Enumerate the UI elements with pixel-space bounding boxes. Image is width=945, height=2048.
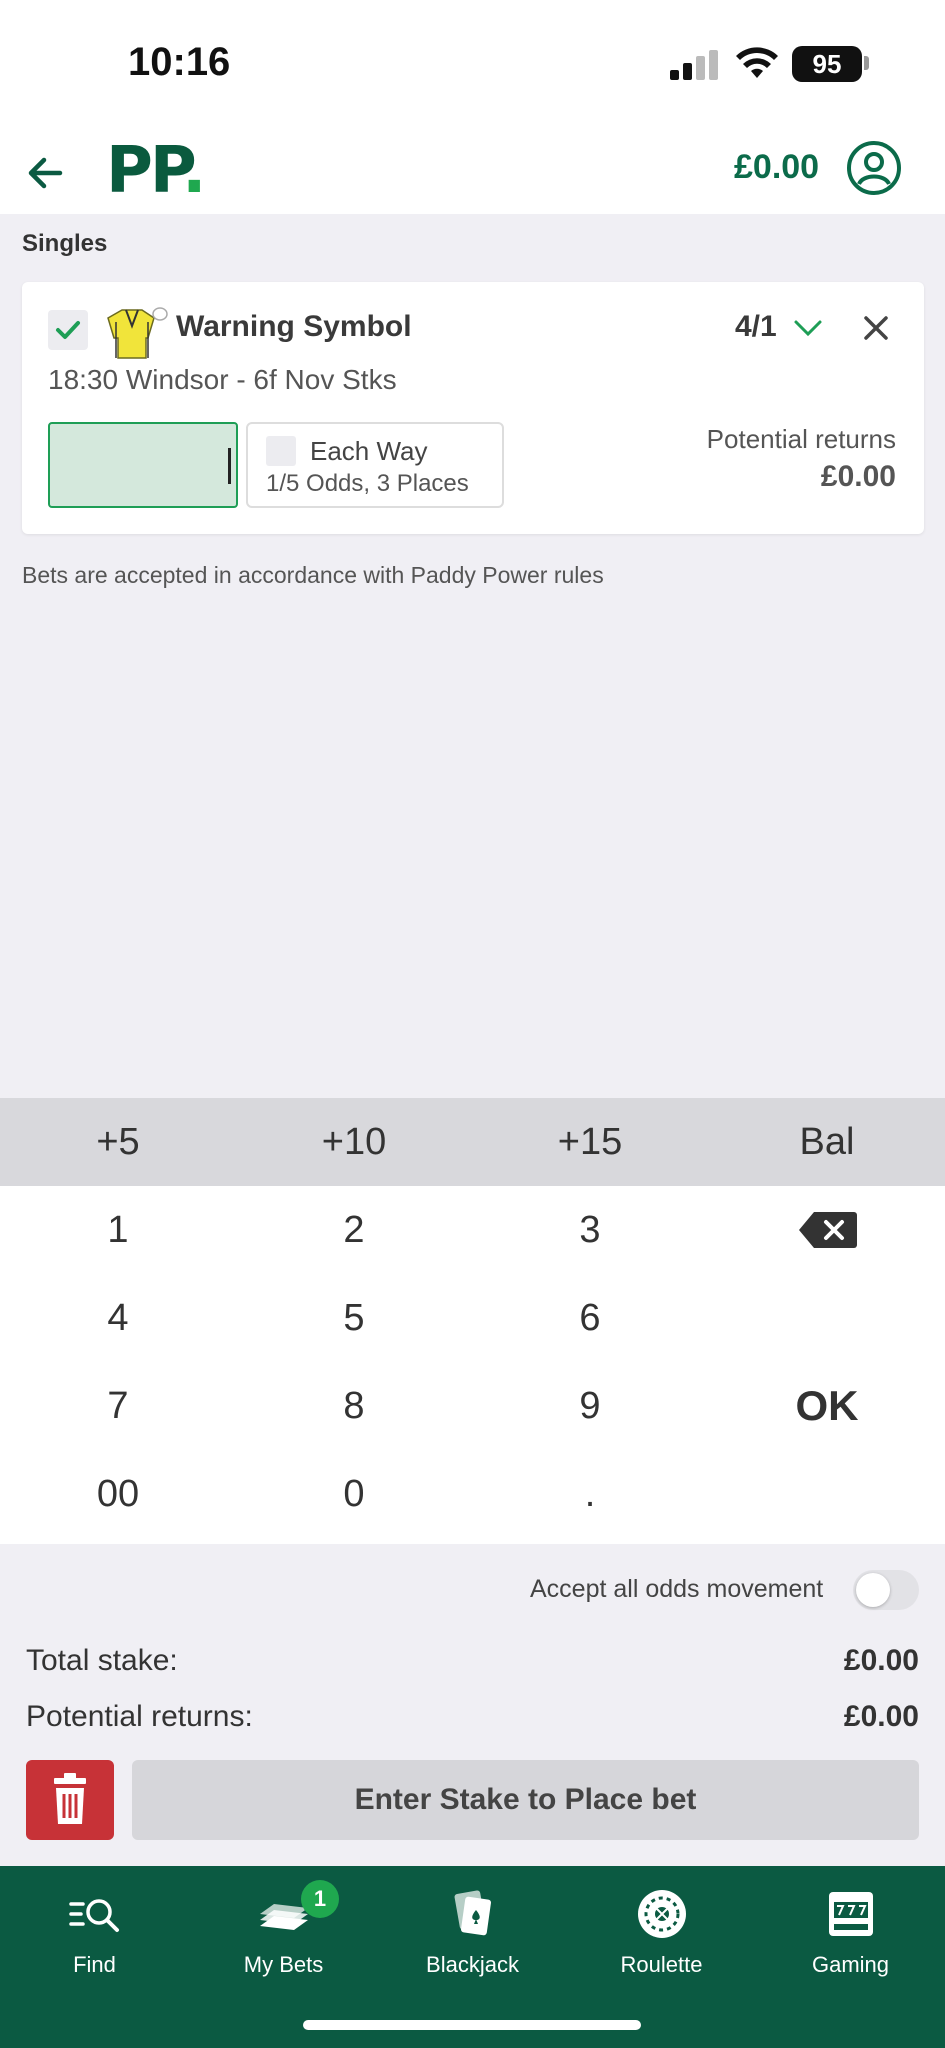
nav-my-bets[interactable]: 1 My Bets xyxy=(189,1880,378,1978)
section-title-singles: Singles xyxy=(22,230,108,257)
nav-blackjack[interactable]: Blackjack xyxy=(378,1886,567,1978)
nav-label: Roulette xyxy=(620,1952,703,1977)
total-stake-label: Total stake: xyxy=(26,1644,178,1677)
key-5[interactable]: 5 xyxy=(236,1274,472,1362)
toggle-knob xyxy=(856,1573,890,1607)
account-balance[interactable]: £0.00 xyxy=(734,148,819,187)
app-header: PP. £0.00 xyxy=(0,130,945,214)
selection-checkbox[interactable] xyxy=(48,310,88,350)
key-7[interactable]: 7 xyxy=(0,1362,236,1450)
nav-label: Find xyxy=(73,1952,116,1977)
accept-odds-toggle[interactable] xyxy=(853,1570,919,1610)
key-3[interactable]: 3 xyxy=(472,1186,708,1274)
potential-returns-value: £0.00 xyxy=(820,460,896,493)
key-4[interactable]: 4 xyxy=(0,1274,236,1362)
key-9[interactable]: 9 xyxy=(472,1362,708,1450)
blackjack-icon xyxy=(454,1890,491,1936)
each-way-toggle[interactable]: Each Way 1/5 Odds, 3 Places xyxy=(246,422,504,508)
chevron-down-icon[interactable] xyxy=(790,312,826,342)
backspace-icon[interactable] xyxy=(798,1210,858,1250)
each-way-label: Each Way xyxy=(310,436,428,466)
key-00[interactable]: 00 xyxy=(0,1450,236,1538)
nav-label: My Bets xyxy=(243,1952,324,1977)
roulette-icon xyxy=(637,1890,686,1938)
key-8[interactable]: 8 xyxy=(236,1362,472,1450)
text-caret xyxy=(228,448,231,484)
trash-icon xyxy=(54,1773,86,1824)
paddy-power-logo: PP. xyxy=(106,134,206,208)
wifi-icon xyxy=(736,47,778,78)
quick-stake-balance[interactable]: Bal xyxy=(709,1098,945,1186)
accept-odds-label: Accept all odds movement xyxy=(530,1575,824,1603)
bets-count-badge: 1 xyxy=(301,1880,339,1918)
rules-note: Bets are accepted in accordance with Pad… xyxy=(22,562,604,588)
back-arrow-icon[interactable] xyxy=(20,148,70,198)
key-decimal[interactable]: . xyxy=(472,1450,708,1538)
stake-input[interactable] xyxy=(48,422,238,508)
quick-stake-5[interactable]: +5 xyxy=(0,1098,236,1186)
key-0[interactable]: 0 xyxy=(236,1450,472,1538)
home-indicator xyxy=(303,2020,641,2030)
key-2[interactable]: 2 xyxy=(236,1186,472,1274)
battery-indicator: 95 xyxy=(792,46,862,82)
place-bet-button[interactable]: Enter Stake to Place bet xyxy=(132,1760,919,1840)
quick-stake-row: +5 +10 +15 Bal xyxy=(0,1098,945,1186)
potential-returns-label: Potential returns xyxy=(706,424,896,454)
total-stake-value: £0.00 xyxy=(843,1644,919,1677)
quick-stake-10[interactable]: +10 xyxy=(236,1098,472,1186)
runner-name: Warning Symbol xyxy=(176,310,412,343)
find-icon xyxy=(68,1899,119,1932)
quick-stake-15[interactable]: +15 xyxy=(472,1098,708,1186)
signal-icon xyxy=(670,50,720,80)
odds-value[interactable]: 4/1 xyxy=(735,310,777,344)
nav-gaming[interactable]: Gaming xyxy=(756,1886,945,1978)
close-icon[interactable] xyxy=(858,310,894,346)
race-info: 18:30 Windsor - 6f Nov Stks xyxy=(48,364,397,395)
potential-returns-summary-value: £0.00 xyxy=(843,1700,919,1733)
battery-tip xyxy=(864,56,869,70)
status-time: 10:16 xyxy=(128,40,231,84)
jockey-silks-icon xyxy=(107,307,168,359)
each-way-checkbox[interactable] xyxy=(266,436,296,466)
ok-button[interactable]: OK xyxy=(709,1362,945,1450)
each-way-terms: 1/5 Odds, 3 Places xyxy=(266,470,469,497)
clear-betslip-button[interactable] xyxy=(26,1760,114,1840)
key-1[interactable]: 1 xyxy=(0,1186,236,1274)
bet-slip-card: Warning Symbol 4/1 18:30 Windsor - 6f No… xyxy=(22,282,924,534)
gaming-icon xyxy=(828,1892,873,1936)
nav-label: Blackjack xyxy=(426,1952,519,1977)
nav-label: Gaming xyxy=(811,1952,890,1977)
status-bar: 10:16 95 xyxy=(0,0,945,130)
key-6[interactable]: 6 xyxy=(472,1274,708,1362)
potential-returns-summary-label: Potential returns: xyxy=(26,1700,253,1733)
nav-find[interactable]: Find xyxy=(0,1886,189,1978)
numeric-keypad: 1 2 3 4 5 6 7 8 9 OK 00 0 . xyxy=(0,1186,945,1544)
nav-roulette[interactable]: Roulette xyxy=(567,1886,756,1978)
account-icon[interactable] xyxy=(846,140,902,196)
